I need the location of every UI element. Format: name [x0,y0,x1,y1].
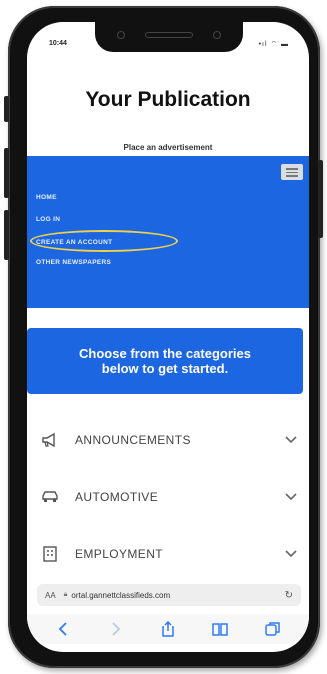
reload-icon[interactable]: ↻ [285,590,293,601]
forward-icon[interactable] [106,619,126,639]
tabs-icon[interactable] [263,619,283,639]
volume-up-button [4,148,9,198]
power-button [318,160,323,238]
highlight-annotation [30,230,178,252]
banner-line-1: Choose from the categories [79,346,251,361]
place-ad-link[interactable]: Place an advertisement [27,143,309,152]
building-icon [39,543,61,565]
status-time: 10:44 [49,40,67,47]
mute-switch [4,96,9,122]
nav-link-log-in[interactable]: LOG IN [36,216,60,223]
nav-link-other-newspapers[interactable]: OTHER NEWSPAPERS [36,259,111,266]
category-label: ANNOUNCEMENTS [75,433,191,447]
address-bar[interactable]: AA 🔒︎ ortal.gannettclassifieds.com ↻ [37,584,301,606]
category-label: EMPLOYMENT [75,547,164,561]
status-indicators: •ıl ⌔ ▬ [258,41,289,48]
speaker [145,32,193,38]
lock-icon: 🔒︎ [63,591,68,598]
categories-banner: Choose from the categories below to get … [27,328,303,394]
phone-screen: 10:44 •ıl ⌔ ▬ Your Publication Place an … [27,22,309,652]
category-label: AUTOMOTIVE [75,490,159,504]
sensor [213,31,221,39]
chevron-down-icon [283,432,299,448]
category-announcements[interactable]: ANNOUNCEMENTS [39,420,299,460]
camera [117,31,125,39]
megaphone-icon [39,429,61,451]
category-automotive[interactable]: AUTOMOTIVE [39,477,299,517]
browser-toolbar [27,614,309,644]
chevron-down-icon [283,489,299,505]
car-icon [39,486,61,508]
nav-link-home[interactable]: HOME [36,194,57,201]
text-size-button[interactable]: AA [45,591,56,600]
category-employment[interactable]: EMPLOYMENT [39,534,299,574]
chevron-down-icon [283,546,299,562]
notch [95,22,243,52]
hamburger-menu-button[interactable] [281,164,303,180]
url-text: ortal.gannettclassifieds.com [71,590,171,600]
bookmarks-icon[interactable] [210,619,230,639]
page-title: Your Publication [85,88,251,111]
back-icon[interactable] [53,619,73,639]
volume-down-button [4,210,9,260]
nav-menu: HOME LOG IN CREATE AN ACCOUNT OTHER NEWS… [27,156,309,308]
banner-line-2: below to get started. [101,361,229,376]
share-icon[interactable] [158,619,178,639]
